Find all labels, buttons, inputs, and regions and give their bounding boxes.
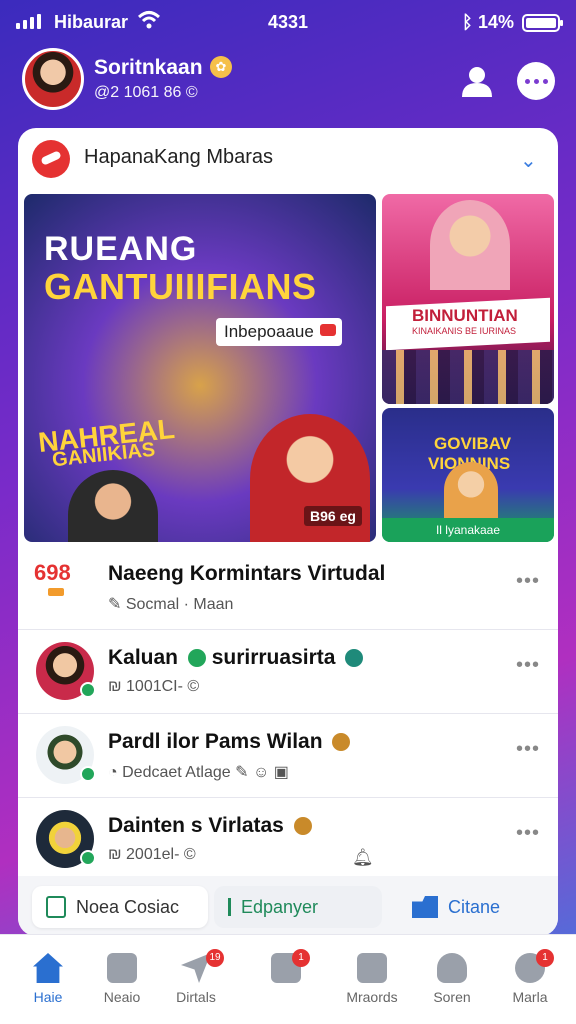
banner-line2: GANTUIIIFIANS [44,266,317,307]
folder-chart-icon [357,953,387,983]
banner-person-left [68,470,158,542]
banner-video-pill[interactable]: Inbepoaaue [216,318,342,346]
battery-percent: 14% [478,12,515,32]
community-logo-icon: 698 [34,560,90,596]
grid-icon [107,953,137,983]
quick-action-button[interactable]: Edpanyer [214,886,382,928]
list-item-title: Naeeng Kormintars Virtudal [108,562,386,585]
list-item[interactable]: Pardl ilor Pams Wilan ◔ Dedcaet Atlage ✎… [18,714,558,798]
list-item-title: Pardl ilor Pams Wilan [108,730,351,754]
list-item[interactable]: Dainten s Virlatas ₪ 2001el- © 🔔︎ ••• [18,798,558,882]
wifi-icon [138,11,160,29]
more-options-button[interactable] [517,62,555,100]
quick-action-label: Edpanyer [241,896,319,917]
quick-action-button[interactable]: Citane [398,886,544,928]
list-item[interactable]: Kaluan surirruasirta ₪ 1001CI- © ••• [18,630,558,714]
card-title: HapanaKang Mbaras [84,146,274,168]
featured-banner[interactable]: RUEANG GANTUIIIFIANS Inbepoaaue NAHREAL … [24,194,376,542]
avatar[interactable] [22,48,84,110]
bluetooth-icon: ᛒ [462,12,473,32]
tab-label: Neaio [103,989,141,1005]
tab-search[interactable]: Marla 1 [494,949,566,1013]
list-item-meta: ₪ 2001el- © [108,846,196,863]
more-icon[interactable]: ••• [516,822,540,845]
online-status-icon [80,766,96,782]
clock: 4331 [268,12,309,32]
list-item-meta: ✎ Socmal · Maan [108,596,234,613]
notification-badge: 19 [206,949,224,967]
tab-label: Marla [512,989,548,1005]
tab-media[interactable]: Neaio [86,949,158,1013]
tab-home[interactable]: Haie [12,949,84,1013]
tab-label: Mraords [346,989,398,1005]
profile-name: Soritnkaan [94,56,203,79]
online-status-icon [80,682,96,698]
tab-records[interactable]: Mraords [336,949,408,1013]
status-bar: Hibaurar 4331 ᛒ 14% [0,0,576,44]
banner-pill-label: Inbepoaaue [224,322,314,341]
carrier-label: Hibaurar [54,12,129,32]
tab-dirtals[interactable]: Dirtals 19 [160,949,232,1013]
more-icon[interactable]: ••• [516,738,540,761]
banner-person [430,200,510,290]
side-banner-top[interactable]: BINNUNTIAN KINAIKANIS BE IURINAS [382,194,554,404]
signal-icon [16,14,41,29]
battery-icon [522,14,563,32]
list-item-meta: ₪ 1001CI- © [108,678,200,695]
folder-icon [412,896,438,918]
quick-action-button[interactable]: Noea Cosiac [32,886,208,928]
notification-badge: 1 [292,949,310,967]
app-logo-icon [32,140,70,178]
verified-badge-icon: ✿ [210,56,232,78]
community-card: HapanaKang Mbaras ⌄ RUEANG GANTUIIIFIANS… [18,128,558,936]
profile-meta: @2 1061 86 © [94,84,198,101]
profile-header: Soritnkaan ✿ @2 1061 86 © [20,48,556,114]
list-item-title: Kaluan surirruasirta [108,646,364,670]
quick-action-label: Citane [448,896,501,917]
quick-actions: Noea Cosiac Edpanyer Citane [18,876,558,936]
tab-label: Dirtals [176,989,216,1005]
chevron-down-icon[interactable]: ⌄ [520,148,537,173]
quick-action-label: Noea Cosiac [76,896,180,917]
bottom-tab-bar: Haie Neaio Dirtals 19 1 Mraords Soren Ma… [0,934,576,1024]
online-status-icon [80,850,96,866]
notification-badge: 1 [536,949,554,967]
list-item[interactable]: 698 Naeeng Kormintars Virtudal ✎ Socmal … [18,546,558,630]
side-banner-footer: Il lyanakaae [382,518,554,542]
banner-line1: RUEANG [44,230,198,268]
side-banner-title: BINNUNTIAN [412,306,518,325]
list-item-meta: ◔ Dedcaet Atlage ✎ ☺ ▣ [108,764,289,781]
side-banner-bottom[interactable]: GOVIBAV VIONNINS Il lyanakaae [382,408,554,542]
tab-label: Haie [33,989,63,1005]
list-item-title: Dainten s Virlatas [108,814,312,838]
bell-icon[interactable]: 🔔︎ [352,848,374,868]
person-icon [437,953,467,983]
more-icon[interactable]: ••• [516,570,540,593]
banner-crowd [382,350,554,404]
side-banner-subtitle: KINAIKANIS BE IURINAS [412,326,517,336]
document-icon [46,896,66,918]
user-icon[interactable] [460,64,494,98]
home-icon [33,953,63,983]
banner-person [444,462,498,518]
tab-label: Soren [433,989,471,1005]
tab-profile[interactable]: Soren [416,949,488,1013]
side-banner-line1: GOVIBAV [434,434,512,453]
banner-tag: B96 eg [304,506,362,526]
more-icon[interactable]: ••• [516,654,540,677]
tab-messages[interactable]: 1 [250,949,322,1013]
card-header[interactable]: HapanaKang Mbaras ⌄ [18,128,558,190]
cursor-icon [228,898,231,916]
play-icon [319,324,336,336]
